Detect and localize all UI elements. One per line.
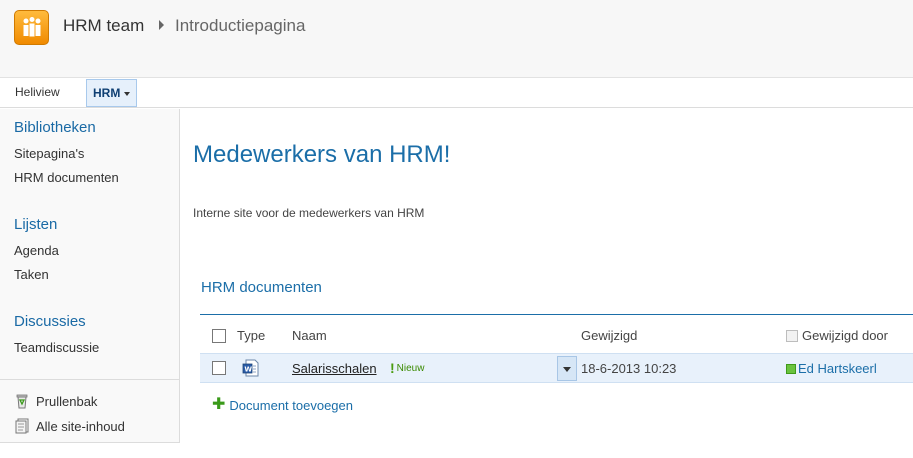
webpart-title-underline [200,314,913,315]
column-filter-checkbox[interactable] [786,330,798,342]
chevron-down-icon [124,91,131,96]
site-title-link[interactable]: HRM team [63,16,144,36]
modified-by-cell: Ed Hartskeerl [786,361,877,376]
add-document-link[interactable]: ✚ Document toevoegen [212,397,353,413]
add-document-label: Document toevoegen [229,397,353,413]
leftnav-item-sitepaginas[interactable]: Sitepagina's [14,146,84,161]
document-name-link[interactable]: Salarisschalen [292,361,377,376]
column-header-type[interactable]: Type [237,328,265,343]
topnav-item-label: HRM [93,86,121,100]
recycle-bin-link[interactable]: Prullenbak [14,393,97,409]
leftnav-item-agenda[interactable]: Agenda [14,243,59,258]
recycle-bin-label: Prullenbak [36,393,98,409]
plus-icon: ✚ [212,396,226,413]
column-header-naam[interactable]: Naam [292,328,327,343]
breadcrumb-arrow-icon [159,20,164,30]
topnav-item-hrm[interactable]: HRM [86,79,137,107]
list-header-row: Type Naam Gewijzigd Gewijzigd door [200,320,913,350]
leftnav-item-hrm-documenten[interactable]: HRM documenten [14,170,119,185]
page-title: Introductiepagina [175,16,306,35]
presence-status-icon[interactable] [786,364,796,374]
leftnav-heading-lijsten[interactable]: Lijsten [14,216,57,233]
item-menu-button[interactable] [557,356,577,381]
topnav-item-heliview[interactable]: Heliview [15,79,60,107]
select-all-checkbox[interactable] [212,329,226,343]
site-description: Interne site voor de medewerkers van HRM [193,206,425,220]
svg-text:W: W [244,365,252,373]
leftnav-item-teamdiscussie[interactable]: Teamdiscussie [14,340,99,355]
site-contents-label: Alle site-inhoud [36,418,125,434]
site-header: HRM team Introductiepagina [0,0,913,78]
new-badge: ! Nieuw [390,360,424,376]
new-exclamation-icon: ! [390,360,395,376]
column-header-gewijzigd[interactable]: Gewijzigd [581,328,637,343]
chevron-down-icon [563,367,571,372]
site-contents-icon [14,418,30,434]
word-document-icon[interactable]: W [242,359,260,380]
quick-launch: Bibliotheken Sitepagina's HRM documenten… [0,109,180,443]
table-row[interactable]: W Salarisschalen ! Nieuw 18-6-2013 10:23… [200,353,913,383]
column-header-gewijzigd-door[interactable]: Gewijzigd door [802,328,888,343]
site-logo-icon[interactable] [14,10,49,45]
modified-date: 18-6-2013 10:23 [581,361,677,376]
leftnav-item-taken[interactable]: Taken [14,267,49,282]
webpart-title-link[interactable]: HRM documenten [201,279,322,296]
main-title: Medewerkers van HRM! [193,141,451,168]
leftnav-heading-bibliotheken[interactable]: Bibliotheken [14,119,96,136]
row-select-checkbox[interactable] [212,361,226,375]
new-badge-label: Nieuw [396,362,425,374]
leftnav-divider [0,379,179,380]
recycle-bin-icon [14,393,30,409]
top-navigation: Heliview HRM [0,79,913,108]
leftnav-heading-discussies[interactable]: Discussies [14,313,86,330]
site-contents-link[interactable]: Alle site-inhoud [14,418,125,434]
modified-by-link[interactable]: Ed Hartskeerl [798,361,877,376]
